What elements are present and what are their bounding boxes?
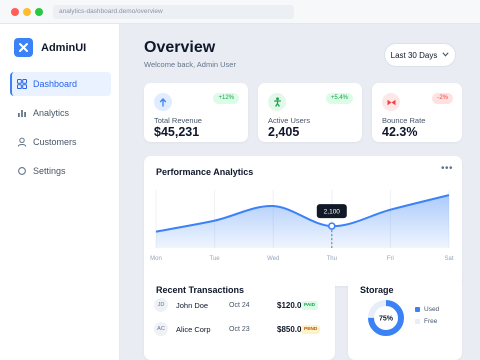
sidebar: AdminUI Dashboard Analytics Customers Se…	[0, 24, 120, 360]
stat-label: Total Revenue	[154, 116, 202, 125]
bowtie-icon	[382, 93, 400, 111]
series-area	[156, 195, 449, 248]
brand[interactable]: AdminUI	[14, 38, 86, 57]
x-tick-label: Sat	[444, 256, 453, 262]
x-tick-label: Thu	[327, 256, 337, 262]
legend-swatch	[415, 307, 420, 312]
transaction-date: Oct 24	[229, 301, 250, 309]
storage-card: Storage 75% Used Free	[348, 276, 462, 360]
change-badge: +5.4%	[325, 93, 353, 104]
chevron-down-icon	[442, 51, 449, 59]
user-icon	[17, 137, 27, 147]
stat-card-bounce[interactable]: -2% Bounce Rate 42.3%	[372, 83, 462, 142]
window-maximize-button[interactable]	[35, 8, 43, 16]
bar-chart-icon	[17, 108, 27, 118]
legend-item-free: Free	[415, 318, 437, 325]
window-minimize-button[interactable]	[23, 8, 31, 16]
sidebar-item-customers[interactable]: Customers	[10, 130, 111, 154]
legend-item-used: Used	[415, 306, 439, 313]
stat-label: Bounce Rate	[382, 116, 426, 125]
arrow-up-icon	[154, 93, 172, 111]
sidebar-item-analytics[interactable]: Analytics	[10, 101, 111, 125]
legend-swatch	[415, 319, 420, 324]
donut-percent: 75%	[379, 316, 394, 323]
stat-card-users[interactable]: +5.4% Active Users 2,405	[258, 83, 362, 142]
transaction-name: John Doe	[176, 300, 209, 310]
sidebar-item-label: Settings	[33, 166, 66, 176]
main-content: Overview Welcome back, Admin User Last 3…	[121, 24, 480, 360]
page-title: Overview	[144, 39, 216, 56]
page-subtitle: Welcome back, Admin User	[144, 60, 236, 69]
date-range-label: Last 30 Days	[390, 50, 438, 60]
avatar: AC	[154, 322, 168, 336]
status-badge: PAID	[301, 300, 319, 310]
performance-card: Performance Analytics ••• Mon Tue Wed Thu Fr…	[144, 156, 462, 286]
legend-label: Used	[424, 306, 440, 313]
stat-label: Active Users	[268, 116, 311, 125]
change-badge: -2%	[432, 93, 453, 104]
transaction-name: Alice Corp	[176, 324, 211, 334]
sidebar-item-label: Analytics	[33, 108, 70, 118]
storage-donut: 75%	[368, 300, 404, 336]
highlight-point[interactable]	[328, 222, 336, 230]
sidebar-item-label: Dashboard	[33, 79, 78, 89]
x-tick-label: Mon	[150, 256, 162, 262]
logo-x-icon	[14, 38, 33, 57]
grid-icon	[17, 79, 27, 89]
stat-card-revenue[interactable]: +12% Total Revenue $45,231	[144, 83, 248, 142]
transaction-amount: $120.0	[277, 300, 302, 310]
legend-label: Free	[424, 318, 438, 325]
x-tick-label: Tue	[210, 256, 221, 262]
transaction-date: Oct 23	[229, 325, 250, 333]
transaction-row[interactable]: AC Alice Corp Oct 23 $850.0 PEND	[154, 321, 326, 337]
avatar: JD	[154, 298, 168, 312]
window-close-button[interactable]	[11, 8, 19, 16]
stat-value: $45,231	[154, 125, 200, 139]
status-badge: PEND	[301, 324, 321, 334]
sidebar-item-settings[interactable]: Settings	[10, 159, 111, 183]
section-title: Recent Transactions	[156, 285, 245, 295]
sidebar-nav: Dashboard Analytics Customers Settings	[10, 72, 111, 188]
circle-icon	[17, 166, 27, 176]
change-badge: +12%	[213, 93, 239, 104]
user-figure-icon	[268, 93, 286, 111]
browser-chrome: analytics-dashboard.demo/overview	[0, 0, 480, 24]
transactions-card: Recent Transactions JD John Doe Oct 24 $…	[144, 276, 335, 360]
stat-value: 42.3%	[382, 125, 418, 139]
brand-name: AdminUI	[41, 41, 87, 54]
performance-chart: Mon Tue Wed Thu Fri Sat 2,100	[150, 190, 454, 262]
section-title: Storage	[360, 285, 394, 295]
sidebar-item-label: Customers	[33, 137, 77, 147]
sidebar-item-dashboard[interactable]: Dashboard	[10, 72, 111, 96]
x-tick-label: Fri	[387, 256, 394, 262]
date-range-dropdown[interactable]: Last 30 Days	[384, 43, 456, 67]
stat-value: 2,405	[268, 125, 300, 139]
x-tick-label: Wed	[267, 256, 279, 262]
address-bar[interactable]: analytics-dashboard.demo/overview	[53, 5, 294, 19]
transaction-amount: $850.0	[277, 324, 302, 334]
transaction-row[interactable]: JD John Doe Oct 24 $120.0 PAID	[154, 297, 326, 313]
tooltip-value: 2,100	[324, 209, 341, 216]
